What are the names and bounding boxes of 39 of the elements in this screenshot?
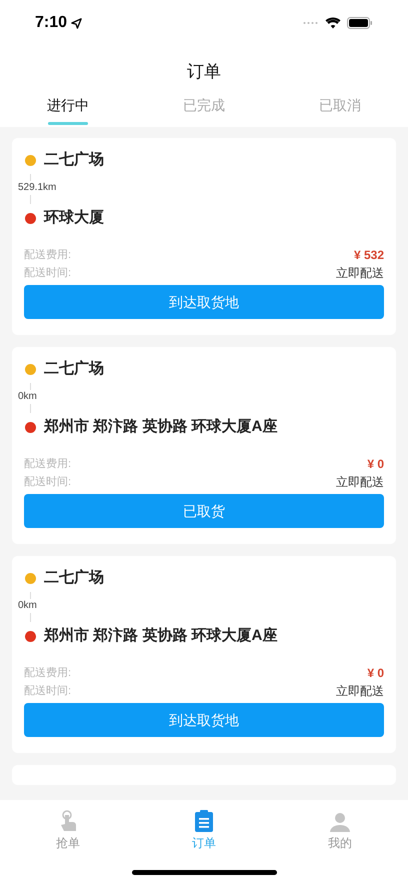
time-value: 立即配送 bbox=[336, 683, 384, 700]
fee-label: 配送费用: bbox=[24, 248, 72, 263]
tab-bar-item[interactable]: 抢单 bbox=[0, 800, 136, 852]
page-title: 订单 bbox=[187, 60, 221, 82]
action-button[interactable]: 已取货 bbox=[24, 494, 384, 528]
signal-icon bbox=[303, 21, 319, 25]
distance-text: 529.1km bbox=[18, 181, 56, 195]
status-time: 7:10 bbox=[35, 13, 68, 33]
action-button[interactable]: 到达取货地 bbox=[24, 285, 384, 319]
wifi-icon bbox=[325, 17, 341, 29]
distance-text: 0km bbox=[18, 599, 37, 613]
action-button[interactable]: 到达取货地 bbox=[24, 703, 384, 737]
dropoff-address: 环球大厦 bbox=[44, 208, 104, 228]
time-value: 立即配送 bbox=[336, 474, 384, 491]
fee-label: 配送费用: bbox=[24, 666, 72, 681]
pickup-address: 二七广场 bbox=[44, 150, 104, 170]
tab-bar-item[interactable]: 订单 bbox=[136, 800, 272, 852]
distance-text: 0km bbox=[18, 390, 37, 404]
fee-label: 配送费用: bbox=[24, 456, 72, 472]
time-label: 配送时间: bbox=[24, 684, 72, 699]
tab[interactable]: 已完成 bbox=[136, 88, 272, 127]
dropoff-address: 郑州市 郑汴路 英协路 环球大厦A座 bbox=[44, 416, 278, 437]
fee-value: ¥ 0 bbox=[367, 665, 384, 682]
dropoff-address: 郑州市 郑汴路 英协路 环球大厦A座 bbox=[44, 626, 278, 646]
time-label: 配送时间: bbox=[24, 266, 72, 281]
battery-icon bbox=[347, 17, 373, 29]
hand-tap-icon bbox=[58, 810, 78, 832]
fee-value: ¥ 532 bbox=[354, 247, 384, 264]
location-arrow-icon bbox=[71, 18, 82, 28]
pickup-address: 二七广场 bbox=[44, 358, 104, 379]
clipboard-icon bbox=[195, 810, 213, 832]
person-icon bbox=[330, 812, 350, 832]
tab-bar-item[interactable]: 我的 bbox=[272, 800, 408, 852]
tab[interactable]: 已取消 bbox=[272, 88, 408, 127]
time-label: 配送时间: bbox=[24, 474, 72, 490]
time-value: 立即配送 bbox=[336, 265, 384, 282]
pickup-address: 二七广场 bbox=[44, 568, 104, 588]
tab[interactable]: 进行中 bbox=[0, 88, 136, 127]
fee-value: ¥ 0 bbox=[367, 456, 384, 473]
